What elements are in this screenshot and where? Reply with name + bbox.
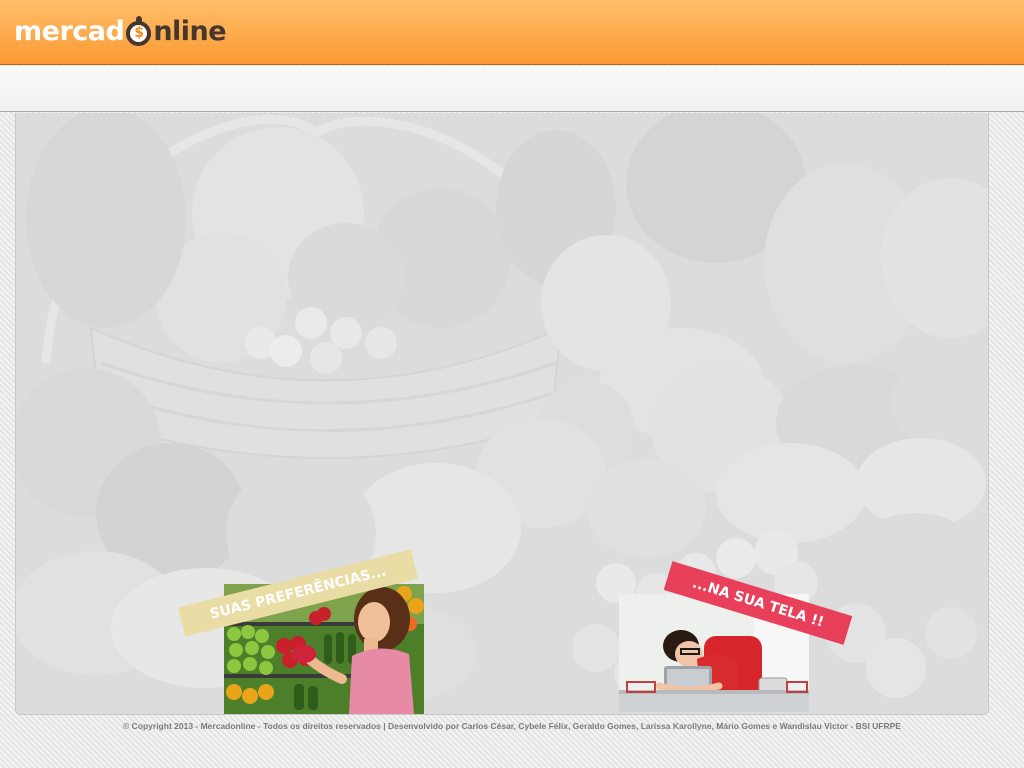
- logo-dollar-icon: $: [126, 15, 152, 46]
- footer-copyright: © Copyright 2013 - Mercadonline - Todos …: [123, 721, 901, 731]
- logo-text-mercad: mercad: [14, 16, 125, 47]
- menu-bar: [0, 66, 1024, 112]
- header-bar: mercad $ nline: [0, 0, 1024, 65]
- logo-text-nline: nline: [153, 16, 227, 47]
- logo[interactable]: mercad $ nline: [14, 14, 227, 50]
